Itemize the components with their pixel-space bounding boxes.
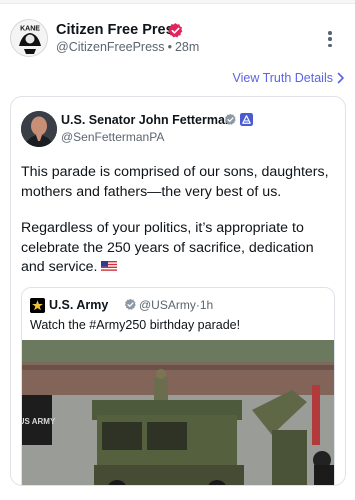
menu-dot xyxy=(328,31,332,35)
author-meta: @CitizenFreePress • 28m xyxy=(56,40,199,54)
nested-author-name[interactable]: U.S. Army xyxy=(49,298,108,312)
post-time: 28m xyxy=(174,40,200,54)
gold-verified-badge-icon xyxy=(124,298,136,310)
nested-post-time: 1h xyxy=(199,298,214,312)
quoted-paragraph-2: Regardless of your politics, it’s approp… xyxy=(21,219,339,278)
x-verified-badge-icon xyxy=(224,113,236,125)
quoted-paragraph-1: This parade is comprised of our sons, da… xyxy=(21,164,329,200)
verified-badge-icon xyxy=(168,23,183,38)
quoted-paragraph-2-text: Regardless of your politics, it’s approp… xyxy=(21,220,314,275)
author-name[interactable]: Citizen Free Press xyxy=(56,22,182,38)
author-handle[interactable]: @CitizenFreePress xyxy=(56,40,165,54)
government-badge-icon xyxy=(240,113,253,126)
view-truth-details-link[interactable]: View Truth Details xyxy=(232,71,333,85)
menu-dot xyxy=(328,37,332,41)
post-header: KANE Citizen Free Press @CitizenFreePres… xyxy=(0,10,355,62)
meta-separator: • xyxy=(167,40,172,54)
quoted-post-card[interactable]: U.S. Senator John Fetterman @SenFetterma… xyxy=(10,96,346,486)
nested-post-text: Watch the #Army250 birthday parade! xyxy=(30,318,241,332)
avatar-logo-text: KANE xyxy=(20,26,40,33)
quoted-author-handle[interactable]: @SenFettermanPA xyxy=(61,130,164,144)
author-avatar[interactable]: KANE xyxy=(10,19,48,57)
us-flag-icon xyxy=(100,261,117,272)
nested-meta: @USArmy·1h xyxy=(139,298,213,312)
nested-author-handle[interactable]: @USArmy xyxy=(139,298,196,312)
quoted-author-avatar[interactable] xyxy=(21,111,57,147)
more-vertical-icon[interactable] xyxy=(322,28,338,50)
army-star-icon[interactable] xyxy=(30,298,45,313)
menu-dot xyxy=(328,43,332,47)
parade-video-thumbnail[interactable]: US ARMY xyxy=(22,340,335,486)
chevron-right-icon[interactable] xyxy=(337,72,345,84)
feed-top-edge xyxy=(0,0,355,4)
quoted-author-name[interactable]: U.S. Senator John Fetterman xyxy=(61,113,233,127)
banner-text: US ARMY xyxy=(22,417,56,426)
nested-quoted-post-card[interactable]: U.S. Army @USArmy·1h Watch the #Army250 … xyxy=(21,287,335,486)
